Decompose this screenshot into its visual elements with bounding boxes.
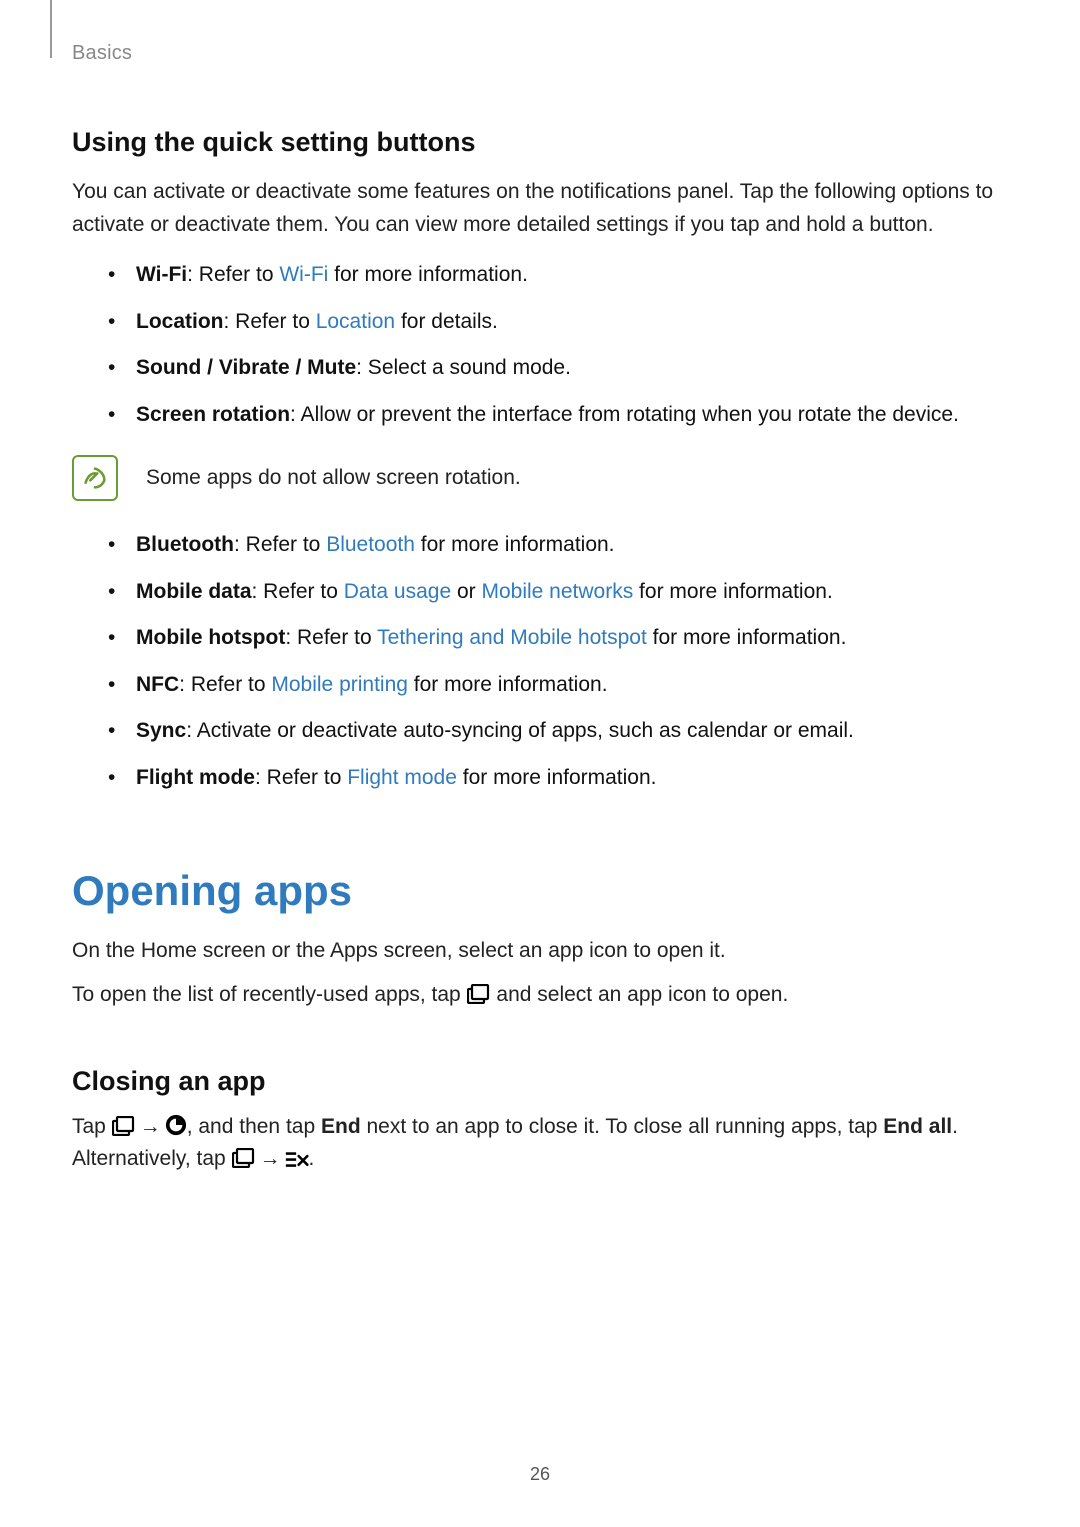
- closing-p: Tap →, and then tap End next to an app t…: [72, 1111, 1008, 1176]
- end-label: End: [321, 1115, 361, 1138]
- link-bluetooth[interactable]: Bluetooth: [326, 533, 415, 556]
- list-item: Mobile data: Refer to Data usage or Mobi…: [108, 576, 1008, 609]
- item-label: Screen rotation: [136, 403, 290, 426]
- page-number: 26: [0, 1464, 1080, 1485]
- intro-text: You can activate or deactivate some feat…: [72, 176, 1008, 241]
- recent-apps-icon: [112, 1114, 136, 1134]
- link-flight-mode[interactable]: Flight mode: [347, 766, 457, 789]
- list-item: Wi-Fi: Refer to Wi-Fi for more informati…: [108, 259, 1008, 292]
- item-label: NFC: [136, 673, 179, 696]
- task-manager-icon: [165, 1114, 187, 1136]
- item-label: Sync: [136, 719, 186, 742]
- list-item: Sync: Activate or deactivate auto-syncin…: [108, 715, 1008, 748]
- list-item: Flight mode: Refer to Flight mode for mo…: [108, 762, 1008, 795]
- item-label: Sound / Vibrate / Mute: [136, 356, 356, 379]
- list-item: NFC: Refer to Mobile printing for more i…: [108, 669, 1008, 702]
- item-label: Wi-Fi: [136, 263, 187, 286]
- list-item: Screen rotation: Allow or prevent the in…: [108, 399, 1008, 432]
- opening-p2: To open the list of recently-used apps, …: [72, 979, 1008, 1012]
- recent-apps-icon: [232, 1146, 256, 1166]
- arrow-icon: →: [136, 1111, 165, 1144]
- quick-settings-list-b: Bluetooth: Refer to Bluetooth for more i…: [108, 529, 1008, 794]
- quick-settings-list-a: Wi-Fi: Refer to Wi-Fi for more informati…: [108, 259, 1008, 431]
- item-label: Flight mode: [136, 766, 255, 789]
- list-item: Bluetooth: Refer to Bluetooth for more i…: [108, 529, 1008, 562]
- link-location[interactable]: Location: [316, 310, 395, 333]
- header-rule: [50, 0, 52, 58]
- link-tethering[interactable]: Tethering and Mobile hotspot: [377, 626, 647, 649]
- heading-quick-settings: Using the quick setting buttons: [72, 127, 1008, 158]
- recent-apps-icon: [467, 982, 491, 1002]
- heading-opening-apps: Opening apps: [72, 867, 1008, 915]
- link-wifi[interactable]: Wi-Fi: [279, 263, 328, 286]
- close-all-icon: [285, 1146, 309, 1166]
- list-item: Location: Refer to Location for details.: [108, 306, 1008, 339]
- breadcrumb: Basics: [72, 42, 1008, 65]
- link-data-usage[interactable]: Data usage: [344, 580, 451, 603]
- link-mobile-networks[interactable]: Mobile networks: [481, 580, 633, 603]
- item-label: Bluetooth: [136, 533, 234, 556]
- arrow-icon: →: [256, 1143, 285, 1176]
- list-item: Mobile hotspot: Refer to Tethering and M…: [108, 622, 1008, 655]
- opening-p1: On the Home screen or the Apps screen, s…: [72, 935, 1008, 968]
- item-label: Mobile data: [136, 580, 252, 603]
- end-all-label: End all: [883, 1115, 952, 1138]
- note-box: Some apps do not allow screen rotation.: [72, 455, 1008, 501]
- list-item: Sound / Vibrate / Mute: Select a sound m…: [108, 352, 1008, 385]
- note-icon: [72, 455, 118, 501]
- heading-closing-app: Closing an app: [72, 1066, 1008, 1097]
- note-text: Some apps do not allow screen rotation.: [146, 466, 521, 490]
- item-label: Mobile hotspot: [136, 626, 285, 649]
- link-mobile-printing[interactable]: Mobile printing: [271, 673, 408, 696]
- item-label: Location: [136, 310, 224, 333]
